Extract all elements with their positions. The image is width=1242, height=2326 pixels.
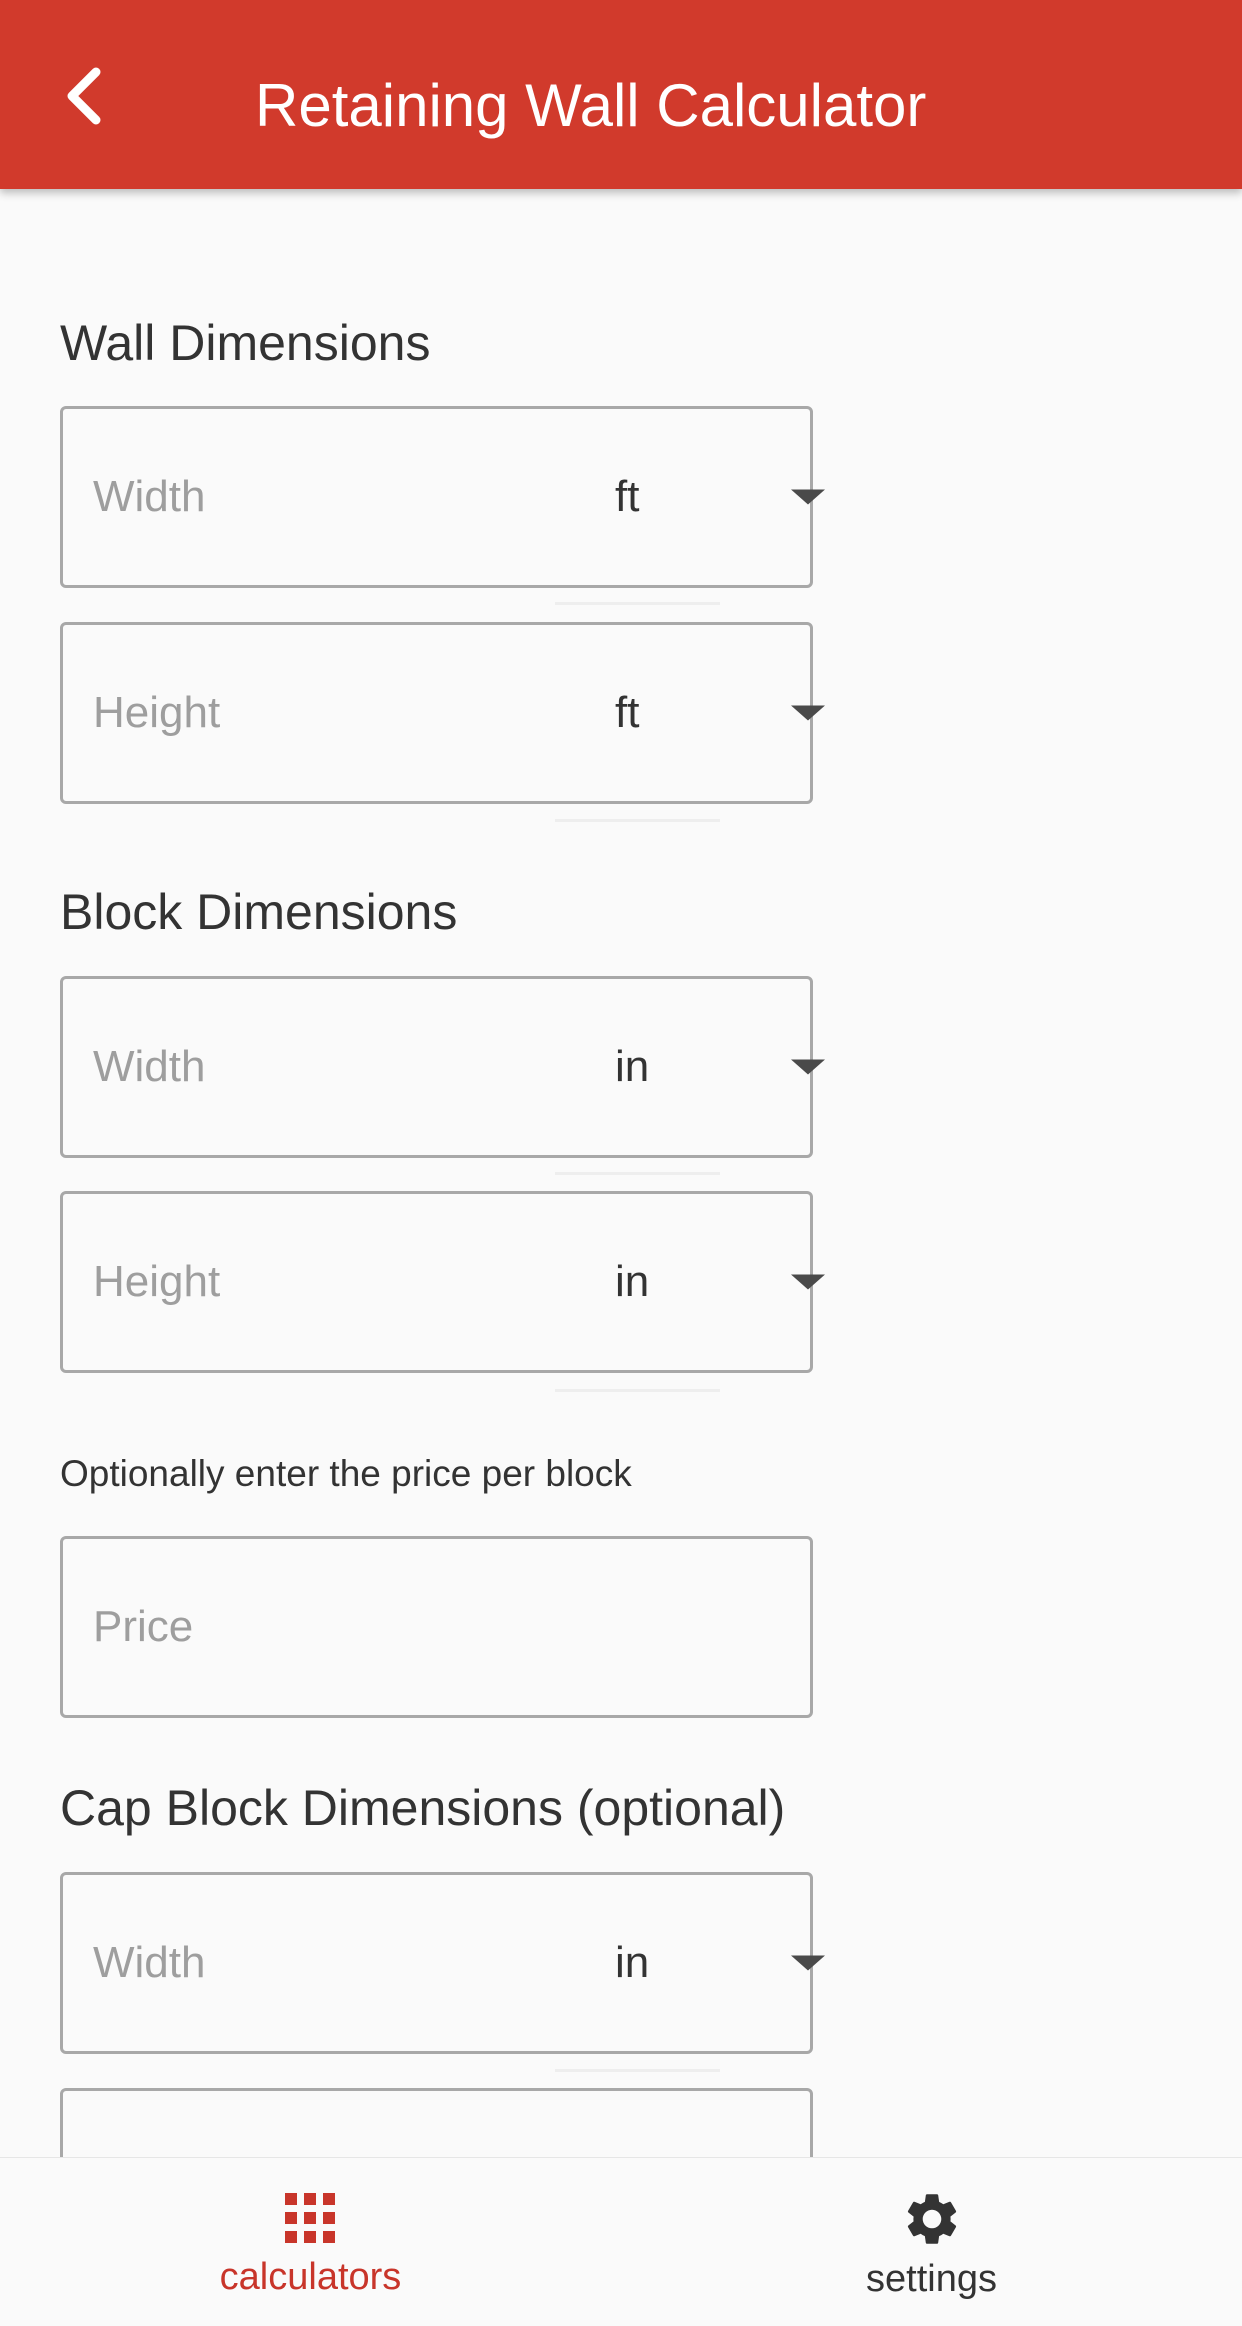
wall-width-unit-dropdown[interactable]: ft	[615, 462, 825, 532]
caret-down-icon	[791, 1274, 825, 1290]
price-field	[60, 1536, 813, 1718]
caret-down-icon	[791, 705, 825, 721]
wall-height-field: ft	[60, 622, 825, 804]
app-bar: Retaining Wall Calculator	[0, 0, 1242, 189]
unit-underline	[555, 819, 720, 822]
unit-underline	[555, 1389, 720, 1392]
cap-width-unit-dropdown[interactable]: in	[615, 1928, 825, 1998]
unit-value: in	[615, 1938, 650, 1987]
wall-height-unit-dropdown[interactable]: ft	[615, 678, 825, 748]
nav-item-calculators[interactable]: calculators	[0, 2158, 621, 2326]
nav-label-settings: settings	[866, 2258, 997, 2300]
block-height-field: in	[60, 1191, 825, 1373]
block-height-unit-dropdown[interactable]: in	[615, 1247, 825, 1317]
cap-height-field[interactable]	[60, 2088, 813, 2157]
block-width-field: in	[60, 976, 825, 1158]
chevron-left-icon	[67, 67, 101, 125]
bottom-navigation: calculators settings	[0, 2157, 1242, 2326]
price-input[interactable]	[91, 1601, 775, 1653]
grid-icon	[285, 2193, 335, 2243]
page-title: Retaining Wall Calculator	[255, 72, 927, 139]
gear-icon	[907, 2194, 957, 2244]
cap-block-dimensions-heading: Cap Block Dimensions (optional)	[60, 1780, 786, 1836]
caret-down-icon	[791, 489, 825, 505]
caret-down-icon	[791, 1059, 825, 1075]
cap-width-input[interactable]	[91, 1937, 435, 1989]
unit-underline	[555, 1172, 720, 1175]
unit-value: ft	[615, 688, 640, 737]
block-dimensions-heading: Block Dimensions	[60, 884, 458, 940]
unit-value: ft	[615, 472, 640, 521]
cap-width-field: in	[60, 1872, 825, 2054]
block-width-unit-dropdown[interactable]: in	[615, 1032, 825, 1102]
block-height-input[interactable]	[91, 1256, 435, 1308]
price-hint: Optionally enter the price per block	[60, 1453, 632, 1494]
unit-underline	[555, 602, 720, 605]
unit-underline	[555, 2069, 720, 2072]
nav-label-calculators: calculators	[219, 2256, 402, 2298]
nav-item-settings[interactable]: settings	[621, 2158, 1242, 2326]
back-button[interactable]	[48, 60, 120, 132]
wall-height-input[interactable]	[91, 687, 435, 739]
wall-width-field: ft	[60, 406, 825, 588]
unit-value: in	[615, 1257, 650, 1306]
block-width-input[interactable]	[91, 1041, 435, 1093]
unit-value: in	[615, 1042, 650, 1091]
form-content: Wall Dimensions ft ft Block Dimensions i…	[0, 189, 1242, 2157]
caret-down-icon	[791, 1955, 825, 1971]
wall-width-input[interactable]	[91, 471, 435, 523]
wall-dimensions-heading: Wall Dimensions	[60, 315, 431, 371]
